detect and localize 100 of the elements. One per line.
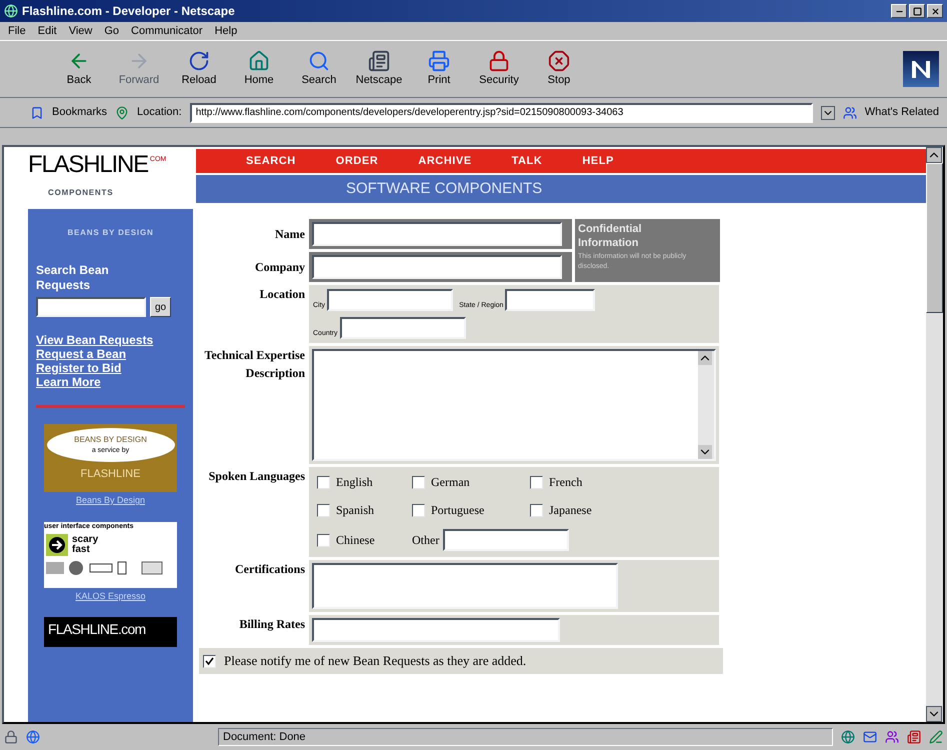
checkbox-label: French [549,474,582,491]
checkbox[interactable] [317,534,330,546]
menu-item[interactable]: View [68,22,92,40]
ad-text: BEANS BY DESIGN [74,434,147,446]
whats-related-button[interactable]: What's Related [864,104,939,121]
ad-link[interactable]: Beans By Design [36,494,185,508]
dropdown-icon[interactable] [820,106,835,120]
sidebar-link[interactable]: Request a Bean [36,347,185,361]
maximize-button[interactable] [909,4,925,18]
checkbox-label: Portuguese [431,502,484,519]
minimize-button[interactable] [891,4,907,18]
nav-link[interactable]: HELP [582,152,614,170]
logo-text: FLASHLINE [28,153,148,177]
printer-icon [428,50,450,72]
field-label: Other [412,532,440,549]
pen-icon [929,730,943,744]
close-button[interactable] [927,4,943,18]
bookmarks-button[interactable]: Bookmarks [52,104,108,121]
checkbox[interactable] [203,654,216,668]
menu-item[interactable]: File [8,22,26,40]
checkbox[interactable] [317,476,330,488]
field-label: Billing Rates [238,616,306,633]
menu-item[interactable]: Edit [38,22,57,40]
input-field[interactable] [340,317,466,339]
ad-link[interactable]: KALOS Espresso [36,590,185,603]
field-label: Certifications [234,561,306,578]
ad-banner[interactable]: FLASHLINE.com [44,617,177,647]
check-icon [205,656,214,666]
sidebar-heading: BEANS BY DESIGN [66,227,155,239]
connection-icon [26,730,40,744]
menu-item[interactable]: Communicator [131,22,203,40]
scroll-down-icon[interactable] [698,445,712,459]
checkbox[interactable] [530,504,543,516]
checkbox-label: German [431,474,470,491]
toolbar-button[interactable]: Back [50,50,108,88]
banner-title: SOFTWARE COMPONENTS [346,178,542,199]
input-field[interactable] [312,255,562,279]
checkbox[interactable] [317,504,330,516]
checkbox-label: Japanese [549,502,592,519]
input-field[interactable] [327,289,454,311]
url-field[interactable]: http://www.flashline.com/components/developers/developerentry.jsp?sid=0215090800093-34063 [190,102,813,122]
checkbox[interactable] [530,476,543,488]
checkbox-label: English [336,474,373,491]
toolbar-button[interactable]: Security [470,50,528,88]
reload-icon [188,50,210,72]
checkbox[interactable] [412,504,425,516]
sidebar-link[interactable]: View Bean Requests [36,333,185,347]
mail-icon [863,730,877,744]
scrollbar[interactable] [698,351,714,459]
close-icon [930,6,940,16]
related-icon [842,106,857,120]
menu-item[interactable]: Help [214,22,238,40]
lock-icon [488,50,510,72]
checkbox-label: Please notify me of new Bean Requests as they are added. [224,652,526,670]
lock-icon [4,730,18,744]
stop-icon [548,50,570,72]
search-label: Search Bean Requests [36,263,110,293]
maximize-icon [912,6,922,16]
ad-text: FLASHLINE.com [48,620,146,639]
scroll-up-icon[interactable] [926,147,942,163]
scroll-thumb[interactable] [926,163,943,313]
page-scrollbar[interactable] [926,147,943,722]
scroll-down-icon[interactable] [926,706,942,722]
field-label: Spoken Languages [208,468,306,485]
toolbar-button[interactable]: Print [410,50,468,88]
field-label: Name [274,226,306,243]
toolbar-button[interactable]: Search [290,50,348,88]
scroll-up-icon[interactable] [698,351,712,365]
nav-link[interactable]: TALK [512,152,542,170]
nav-link[interactable]: ORDER [336,152,378,170]
checkbox[interactable] [412,476,425,488]
toolbar-button[interactable]: Stop [530,50,588,88]
window-title: Flashline.com - Developer - Netscape [22,3,235,20]
nav-link[interactable]: SEARCH [246,152,296,170]
search-icon [308,50,330,72]
toolbar-button[interactable]: Reload [170,50,228,88]
text-area[interactable] [312,563,618,609]
sidebar-link[interactable]: Learn More [36,375,185,389]
app-icon [4,4,18,18]
sidebar-link[interactable]: Register to Bid [36,361,185,375]
bookmark-icon [30,106,44,120]
location-icon [115,106,130,120]
input-field[interactable] [505,289,596,311]
groups-icon [885,730,899,744]
input-field[interactable] [443,529,570,551]
navigator-icon [841,730,855,744]
newspaper-icon [368,50,390,72]
menu-item[interactable]: Go [104,22,120,40]
toolbar-button[interactable]: Netscape [350,50,408,88]
nav-link[interactable]: ARCHIVE [418,152,472,170]
ad-text: FLASHLINE [80,467,140,482]
logo-subtitle: COMPONENTS [48,187,114,199]
field-label: Company [254,259,306,276]
home-icon [248,50,270,72]
checkbox-label: Chinese [336,532,375,549]
toolbar-button[interactable]: Home [230,50,288,88]
input-field[interactable] [312,618,560,642]
search-field[interactable] [36,297,146,317]
go-button[interactable]: go [150,297,172,317]
input-field[interactable] [312,222,562,246]
